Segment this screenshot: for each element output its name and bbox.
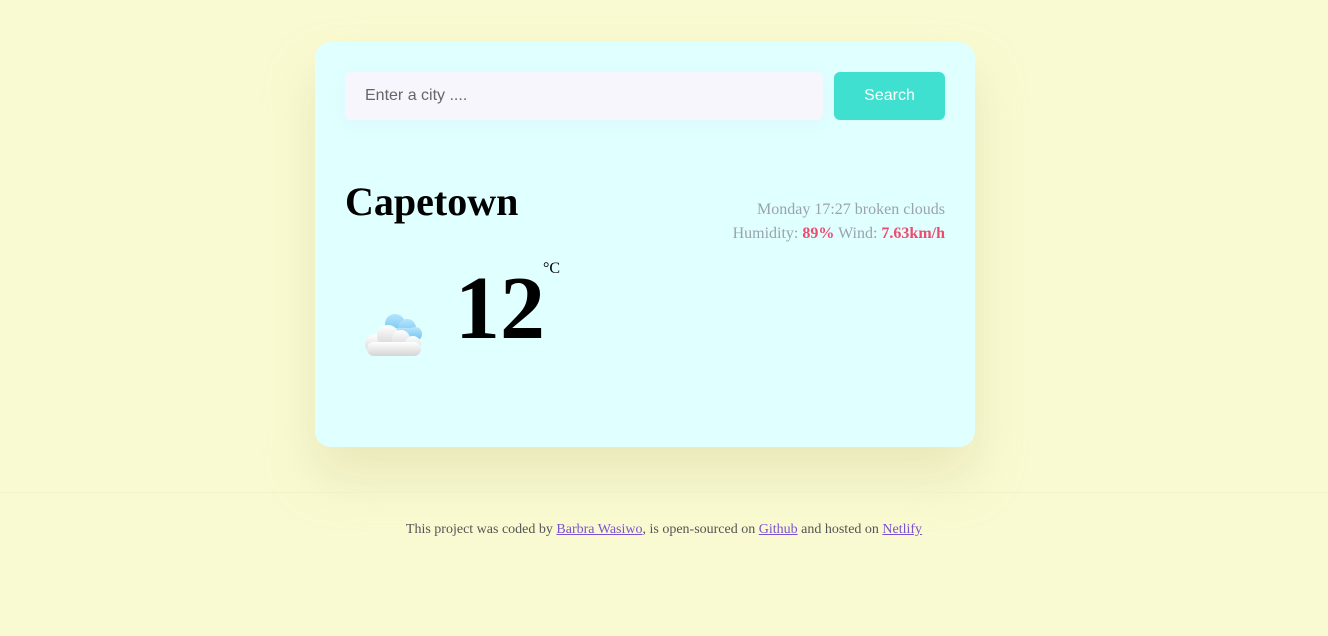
humidity-value: 89% xyxy=(802,225,835,242)
search-button[interactable]: Search xyxy=(834,72,945,120)
city-name: Capetown xyxy=(345,179,519,224)
temperature-value: 12 xyxy=(455,259,545,358)
search-form: Search xyxy=(345,72,945,120)
footer-text-after: and hosted on xyxy=(801,522,879,537)
humidity-wind-line: Humidity: 89% Wind: 7.63km/h xyxy=(733,222,945,246)
author-link[interactable]: Barbra Wasiwo xyxy=(556,522,642,537)
temperature-unit[interactable]: °C xyxy=(543,260,560,278)
weather-card: Search Capetown Monday 17:27 broken clou… xyxy=(315,42,975,447)
wind-value: 7.63km/h xyxy=(881,225,945,242)
footer-text-before: This project was coded by xyxy=(405,522,553,537)
search-input[interactable] xyxy=(345,72,823,120)
wind-label: Wind: xyxy=(838,225,878,242)
github-link[interactable]: Github xyxy=(759,522,798,537)
broken-clouds-icon xyxy=(361,306,427,356)
netlify-link[interactable]: Netlify xyxy=(882,522,922,537)
weather-details: Monday 17:27 broken clouds Humidity: 89%… xyxy=(733,198,945,246)
humidity-label: Humidity: xyxy=(732,225,799,242)
day-time: Monday 17:27 xyxy=(757,201,851,218)
weather-description: broken clouds xyxy=(854,201,945,218)
footer: This project was coded by Barbra Wasiwo,… xyxy=(0,492,1328,538)
date-description-line: Monday 17:27 broken clouds xyxy=(733,198,945,222)
footer-text-middle: , is open-sourced on xyxy=(642,522,756,537)
